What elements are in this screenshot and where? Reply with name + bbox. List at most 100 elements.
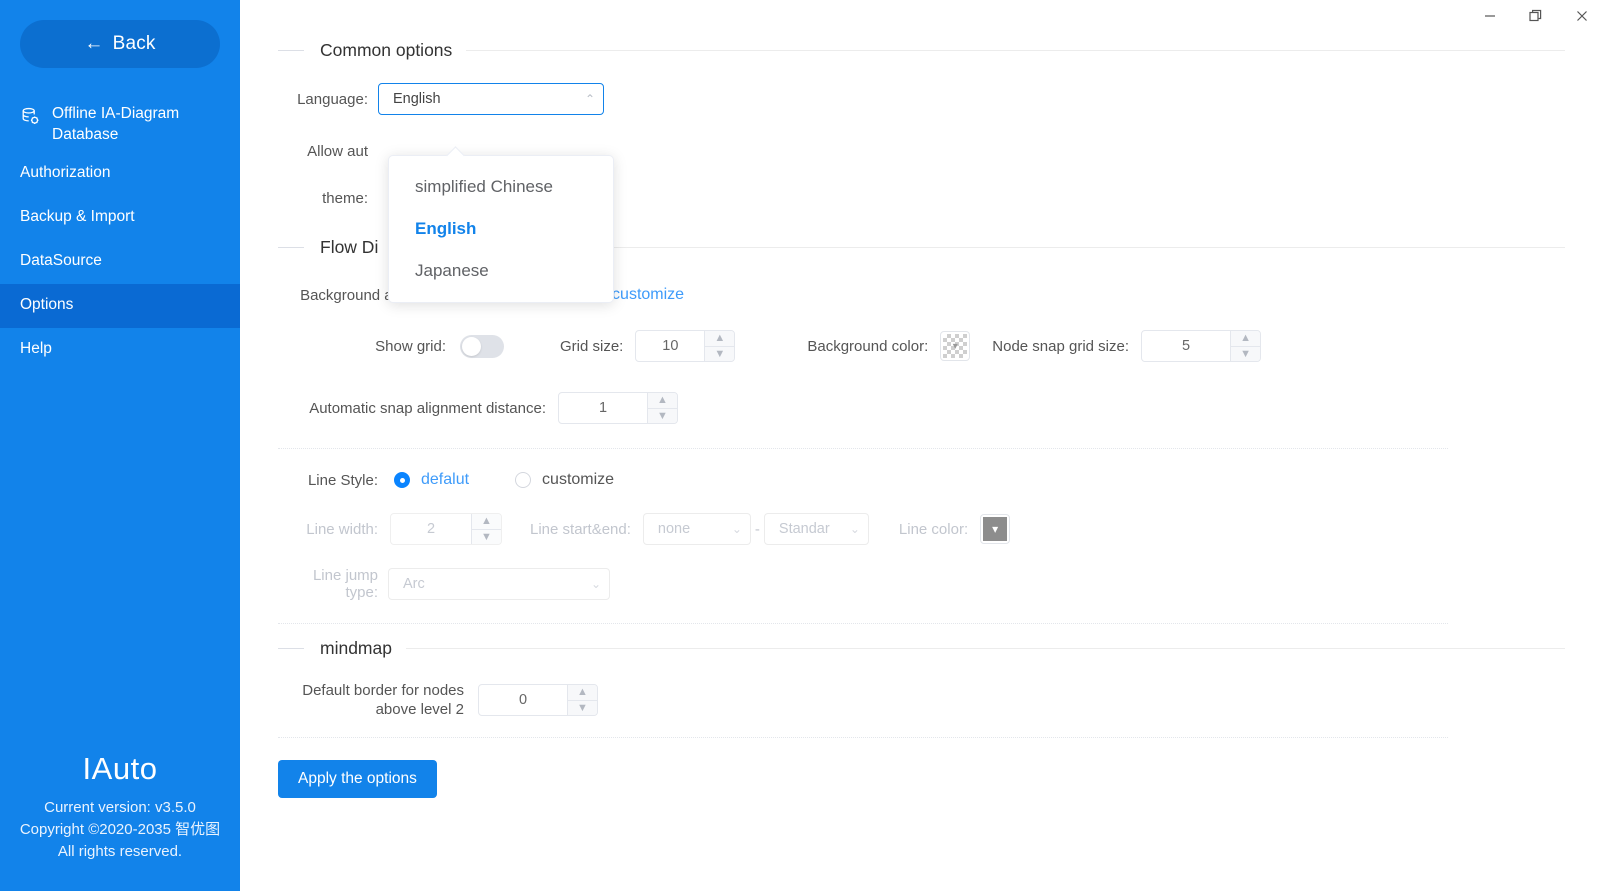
language-option-japanese[interactable]: Japanese <box>389 250 613 292</box>
chevron-down-icon <box>732 523 742 535</box>
stepper-down-icon[interactable]: ▼ <box>1231 345 1261 362</box>
node-snap-value: 5 <box>1181 338 1191 354</box>
language-select[interactable]: English <box>378 83 604 115</box>
chevron-down-icon <box>591 578 601 590</box>
stepper-buttons: ▲ ▼ <box>704 331 735 362</box>
sidebar-item-help[interactable]: Help <box>0 328 240 372</box>
back-button[interactable]: ← Back <box>20 20 220 68</box>
back-button-label: Back <box>112 33 156 54</box>
sidebar-item-offline-database[interactable]: Offline IA-Diagram Database <box>0 102 240 152</box>
close-button[interactable] <box>1559 0 1605 32</box>
chevron-up-icon <box>585 93 595 105</box>
restore-button[interactable] <box>1513 0 1559 32</box>
line-width-label: Line width: <box>306 520 378 538</box>
sidebar-item-backup-import[interactable]: Backup & Import <box>0 196 240 240</box>
version-text: Current version: v3.5.0 <box>44 799 196 816</box>
radio-dot <box>394 472 410 488</box>
database-gear-icon <box>20 106 44 135</box>
mindmap-title: mindmap <box>320 638 392 658</box>
radio-line-customize[interactable]: customize <box>515 471 614 489</box>
language-dropdown[interactable]: simplified Chinese English Japanese <box>388 155 614 303</box>
grid-size-value: 10 <box>662 338 679 354</box>
line-end-value: Standar <box>778 521 830 537</box>
grid-settings-row: Show grid: Grid size: 10 ▲ ▼ Background … <box>278 330 1565 362</box>
line-startend-label: Line start&end: <box>530 520 631 538</box>
section-dash <box>278 50 304 51</box>
sidebar-nav: Offline IA-Diagram Database Authorizatio… <box>0 102 240 372</box>
grid-size-stepper[interactable]: 10 ▲ ▼ <box>635 330 736 362</box>
show-grid-toggle[interactable] <box>460 334 504 358</box>
common-options-title: Common options <box>320 40 453 60</box>
mindmap-border-label-line1: Default border for nodes <box>302 682 464 699</box>
sidebar-item-label: DataSource <box>20 252 102 270</box>
language-option-simplified-chinese[interactable]: simplified Chinese <box>389 166 613 208</box>
close-icon <box>1577 11 1587 21</box>
line-width-value: 2 <box>426 521 436 537</box>
apply-options-button[interactable]: Apply the options <box>278 760 437 798</box>
auto-snap-stepper[interactable]: 1 ▲ ▼ <box>558 392 678 424</box>
node-snap-stepper[interactable]: 5 ▲ ▼ <box>1141 330 1262 362</box>
line-jump-row: Line jump type: Arc <box>278 567 1565 601</box>
sidebar-item-label: Authorization <box>20 164 111 182</box>
minimize-icon <box>1485 15 1495 17</box>
chevron-down-icon: ▾ <box>983 517 1008 541</box>
line-width-stepper: 2 ▲ ▼ <box>390 513 502 545</box>
background-color-swatch[interactable]: ▾ <box>940 331 971 361</box>
radio-label: customize <box>612 286 685 303</box>
show-grid-label: Show grid: <box>375 337 446 355</box>
mindmap-header: mindmap <box>278 638 1565 659</box>
stepper-up-icon[interactable]: ▲ <box>648 393 677 408</box>
mindmap-border-label-line2: above level 2 <box>375 701 464 718</box>
sidebar-item-label: Backup & Import <box>20 208 135 226</box>
stepper-up-icon[interactable]: ▲ <box>705 331 734 346</box>
sidebar-item-options[interactable]: Options <box>0 283 240 328</box>
auto-snap-row: Automatic snap alignment distance: 1 ▲ ▼ <box>278 392 1565 424</box>
line-jump-value: Arc <box>403 576 425 592</box>
minimize-button[interactable] <box>1467 0 1513 32</box>
chevron-down-icon <box>850 523 860 535</box>
line-style-row: Line Style: defalut customize <box>278 471 1565 489</box>
options-window: ← Back Offline IA-Diagram Database Autho… <box>0 0 1605 891</box>
grid-size-label: Grid size: <box>560 337 624 355</box>
line-end-select: Standar <box>763 513 869 545</box>
sidebar: ← Back Offline IA-Diagram Database Autho… <box>0 0 240 891</box>
radio-label: defalut <box>421 471 470 488</box>
language-select-value: English <box>393 91 441 107</box>
stepper-down-icon[interactable]: ▼ <box>648 407 677 424</box>
language-option-english[interactable]: English <box>389 208 613 250</box>
arrow-left-icon: ← <box>84 33 104 54</box>
theme-label: theme: <box>322 190 368 207</box>
stepper-buttons: ▲ ▼ <box>647 393 677 423</box>
radio-label: customize <box>542 471 615 488</box>
section-rule <box>466 50 1565 51</box>
sidebar-item-label: Help <box>20 340 52 358</box>
sidebar-item-datasource[interactable]: DataSource <box>0 240 240 284</box>
stepper-down-icon[interactable]: ▼ <box>705 345 735 362</box>
radio-dot <box>515 472 532 488</box>
stepper-up-icon: ▲ <box>481 515 492 528</box>
stepper-up-icon[interactable]: ▲ <box>1231 331 1260 346</box>
allow-auto-label: Allow aut <box>307 143 368 160</box>
checkerboard-icon: ▾ <box>943 334 968 358</box>
stepper-up-icon[interactable]: ▲ <box>568 685 597 700</box>
brand-name: IAuto <box>82 751 158 786</box>
sidebar-item-label: Options <box>20 296 74 314</box>
divider-footer <box>278 737 1448 738</box>
auto-snap-label: Automatic snap alignment distance: <box>309 399 546 417</box>
radio-line-default[interactable]: defalut <box>394 471 469 489</box>
line-color-label: Line color: <box>898 520 969 538</box>
line-start-select: none <box>642 513 751 545</box>
options-content: Common options Language: English Allow a… <box>240 0 1605 798</box>
sidebar-item-authorization[interactable]: Authorization <box>0 152 240 196</box>
section-rule <box>405 648 1565 649</box>
stepper-down-icon[interactable]: ▼ <box>568 699 597 716</box>
mindmap-border-stepper[interactable]: 0 ▲ ▼ <box>478 684 598 716</box>
line-style-label: Line Style: <box>307 471 378 489</box>
section-dash <box>278 648 304 649</box>
line-color-swatch[interactable]: ▾ <box>980 514 1011 544</box>
stepper-buttons: ▲ ▼ <box>471 514 501 544</box>
line-jump-select: Arc <box>388 568 610 600</box>
divider-line-style <box>278 448 1448 449</box>
flow-diagram-title: Flow Di <box>320 237 379 257</box>
main-panel: Common options Language: English Allow a… <box>240 0 1605 891</box>
